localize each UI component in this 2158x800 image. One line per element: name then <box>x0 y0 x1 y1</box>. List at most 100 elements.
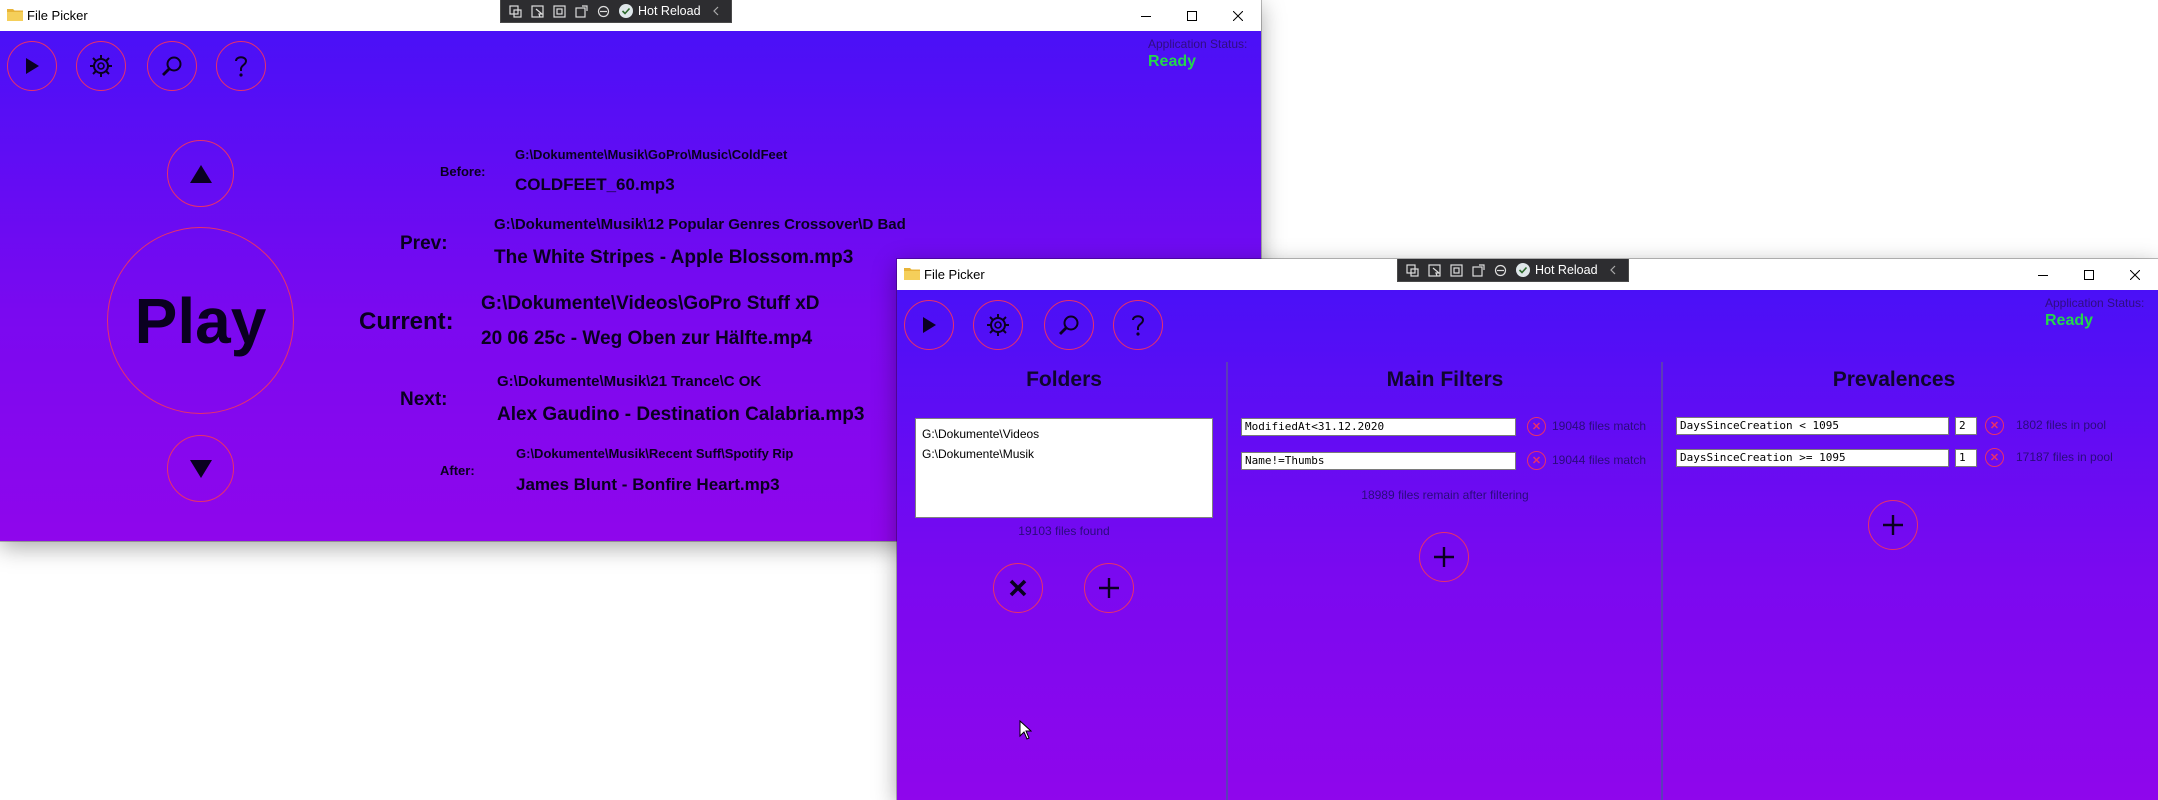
chevron-left-icon[interactable] <box>1607 264 1620 277</box>
prevalence-expression-input[interactable]: DaysSinceCreation < 1095 <box>1676 417 1949 435</box>
track-path: G:\Dokumente\Musik\21 Trance\C OK <box>497 373 762 390</box>
filter-expression-input[interactable]: Name!=Thumbs <box>1241 452 1516 470</box>
arrow-up-icon <box>189 164 212 183</box>
files-remain-text: 18989 files remain after filtering <box>1361 488 1529 502</box>
track-path: G:\Dokumente\Videos\GoPro Stuff xD <box>481 293 820 314</box>
close-icon: ✕ <box>1989 420 2000 432</box>
play-nav-button[interactable] <box>7 41 57 91</box>
filter-expression-input[interactable]: ModifiedAt<31.12.2020 <box>1241 418 1516 436</box>
help-button[interactable] <box>216 41 266 91</box>
track-path: G:\Dokumente\Musik\Recent Suff\Spotify R… <box>516 446 794 461</box>
maximize-button[interactable] <box>1169 0 1215 31</box>
help-button[interactable] <box>1113 300 1163 350</box>
play-nav-button[interactable] <box>904 300 954 350</box>
hot-reload-label: Hot Reload <box>1535 263 1598 277</box>
track-file: The White Stripes - Apple Blossom.mp3 <box>494 247 854 268</box>
track-label: After: <box>440 463 475 478</box>
play-button[interactable]: Play <box>107 227 294 414</box>
status-value: Ready <box>2045 312 2094 329</box>
settings-button[interactable] <box>76 41 126 91</box>
window-title: File Picker <box>27 8 88 23</box>
play-icon <box>923 317 936 333</box>
track-label: Next: <box>400 389 448 410</box>
add-folder-button[interactable] <box>1084 563 1134 613</box>
prevalence-expression-input[interactable]: DaysSinceCreation >= 1095 <box>1676 449 1949 467</box>
add-prevalence-button[interactable] <box>1868 500 1918 550</box>
cursor-icon <box>1019 720 1032 740</box>
track-label: Before: <box>440 164 486 179</box>
previous-button[interactable] <box>167 140 234 207</box>
folder-list[interactable]: G:\Dokumente\Videos G:\Dokumente\Musik <box>915 418 1213 518</box>
close-icon <box>1233 10 1243 21</box>
select-element-icon[interactable] <box>531 4 544 18</box>
remove-prevalence-button[interactable]: ✕ <box>1985 448 2004 467</box>
maximize-icon <box>2084 269 2094 280</box>
gear-icon <box>987 314 1009 336</box>
minimize-icon <box>1141 15 1151 17</box>
track-file: James Blunt - Bonfire Heart.mp3 <box>516 475 780 494</box>
prevalences-title: Prevalences <box>1832 368 1956 391</box>
search-icon <box>162 56 182 76</box>
gear-icon <box>90 55 112 77</box>
window-title: File Picker <box>924 267 985 282</box>
title-bar[interactable]: File Picker Hot Reload <box>0 0 1261 31</box>
minimize-button[interactable] <box>2020 259 2066 290</box>
search-button[interactable] <box>147 41 197 91</box>
prevalence-weight-input[interactable]: 2 <box>1955 417 1977 435</box>
play-icon <box>26 58 39 74</box>
title-bar[interactable]: File Picker Hot Reload <box>897 259 2158 290</box>
close-icon <box>1009 579 1027 597</box>
hot-reload-status[interactable]: Hot Reload <box>619 4 701 18</box>
filter-match-count: 19044 files match <box>1552 453 1647 467</box>
remove-filter-button[interactable]: ✕ <box>1527 417 1546 436</box>
arrow-down-icon <box>189 459 212 478</box>
play-label: Play <box>134 284 267 357</box>
minimize-icon <box>2038 274 2048 276</box>
remove-folder-button[interactable] <box>993 563 1043 613</box>
hot-reload-status[interactable]: Hot Reload <box>1516 263 1598 277</box>
select-element-icon[interactable] <box>1428 263 1441 277</box>
plus-icon <box>1099 578 1119 598</box>
debug-toolbar: Hot Reload <box>1397 259 1629 282</box>
settings-button[interactable] <box>973 300 1023 350</box>
folder-icon <box>7 9 23 21</box>
live-visual-tree-icon[interactable] <box>1406 263 1419 277</box>
filter-match-count: 19048 files match <box>1552 419 1647 433</box>
close-button[interactable] <box>2112 259 2158 290</box>
search-icon <box>1059 315 1079 335</box>
search-button[interactable] <box>1044 300 1094 350</box>
remove-prevalence-button[interactable]: ✕ <box>1985 416 2004 435</box>
track-focus-icon[interactable] <box>575 4 588 18</box>
file-picker-settings-window: File Picker Hot Reload Application Statu… <box>897 259 2158 800</box>
hot-reload-label: Hot Reload <box>638 4 701 18</box>
maximize-button[interactable] <box>2066 259 2112 290</box>
add-filter-button[interactable] <box>1419 532 1469 582</box>
remove-filter-button[interactable]: ✕ <box>1527 451 1546 470</box>
plus-icon <box>1434 547 1454 567</box>
prevalence-weight-input[interactable]: 1 <box>1955 449 1977 467</box>
maximize-icon <box>1187 10 1197 21</box>
help-icon <box>235 56 248 77</box>
adorner-icon[interactable] <box>553 4 566 18</box>
pool-count: 17187 files in pool <box>2016 450 2113 464</box>
column-divider <box>1226 362 1228 800</box>
minimize-button[interactable] <box>1123 0 1169 31</box>
track-path: G:\Dokumente\Musik\GoPro\Music\ColdFeet <box>515 147 788 162</box>
binding-failures-icon[interactable] <box>597 5 610 18</box>
close-icon: ✕ <box>1531 455 1542 467</box>
track-path: G:\Dokumente\Musik\12 Popular Genres Cro… <box>494 216 906 233</box>
column-divider <box>1661 362 1663 800</box>
live-visual-tree-icon[interactable] <box>509 4 522 18</box>
folder-icon <box>904 268 920 280</box>
close-button[interactable] <box>1215 0 1261 31</box>
chevron-left-icon[interactable] <box>710 5 723 18</box>
folder-item[interactable]: G:\Dokumente\Musik <box>922 444 1206 464</box>
folder-item[interactable]: G:\Dokumente\Videos <box>922 424 1206 444</box>
track-focus-icon[interactable] <box>1472 263 1485 277</box>
help-icon <box>1132 315 1145 336</box>
next-button[interactable] <box>167 435 234 502</box>
settings-content: Application Status: Ready Folders G:\Dok… <box>897 290 2158 800</box>
adorner-icon[interactable] <box>1450 263 1463 277</box>
track-file: COLDFEET_60.mp3 <box>515 175 675 194</box>
binding-failures-icon[interactable] <box>1494 264 1507 277</box>
